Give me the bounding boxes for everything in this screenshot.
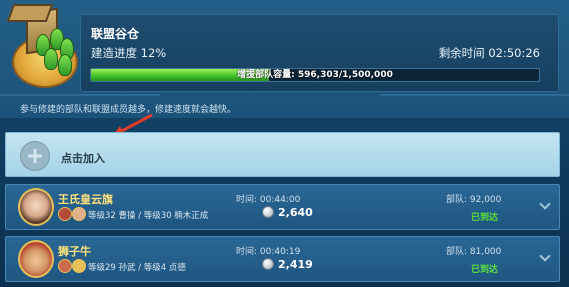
commanders-text: 等级32 曹操 / 等级30 楠木正成	[88, 211, 209, 221]
contribution-amount: 2,419	[278, 258, 313, 271]
avatar	[18, 188, 54, 226]
contribution-amount: 2,640	[278, 206, 313, 219]
divider-left	[0, 94, 160, 96]
commanders-text: 等级29 孙武 / 等级4 贞德	[88, 263, 186, 273]
avatar	[18, 240, 54, 278]
commander-avatar-icon	[72, 207, 86, 221]
commander-avatar-icon	[58, 207, 72, 221]
chevron-down-icon[interactable]	[539, 198, 551, 210]
capacity-text: 增援部队容量: 596,303/1,500,000	[237, 70, 393, 80]
troop-count: 部队: 81,000	[446, 247, 502, 257]
time-remaining: 剩余时间 02:50:26	[438, 46, 540, 60]
building-card: 联盟谷仓 建造进度 12% 剩余时间 02:50:26 增援部队容量: 596,…	[0, 0, 569, 118]
chevron-down-icon[interactable]	[539, 250, 551, 262]
member-name: 王氏皇云旗	[58, 193, 113, 206]
march-time: 时间: 00:44:00	[236, 195, 301, 205]
building-title: 联盟谷仓	[91, 27, 140, 41]
commander-avatar-icon	[58, 259, 72, 273]
member-name: 狮子牛	[58, 245, 91, 258]
build-progress-label: 建造进度 12%	[91, 46, 167, 60]
divider-right	[380, 94, 569, 96]
granary-building-icon	[6, 4, 84, 92]
capacity-bar: 增援部队容量: 596,303/1,500,000	[90, 68, 540, 82]
status-badge: 已到达	[471, 265, 499, 275]
status-badge: 已到达	[471, 213, 499, 223]
march-time: 时间: 00:40:19	[236, 247, 301, 257]
join-button[interactable]: 点击加入	[5, 132, 560, 177]
plus-icon	[20, 141, 50, 171]
member-row[interactable]: 狮子牛 等级29 孙武 / 等级4 贞德 时间: 00:40:19 2,419 …	[5, 236, 560, 282]
commander-avatar-icon	[72, 259, 86, 273]
join-label: 点击加入	[61, 152, 105, 165]
resource-coin-icon	[262, 258, 274, 270]
resource-coin-icon	[262, 206, 274, 218]
troop-count: 部队: 92,000	[446, 195, 502, 205]
member-row[interactable]: 王氏皇云旗 等级32 曹操 / 等级30 楠木正成 时间: 00:44:00 2…	[5, 184, 560, 230]
